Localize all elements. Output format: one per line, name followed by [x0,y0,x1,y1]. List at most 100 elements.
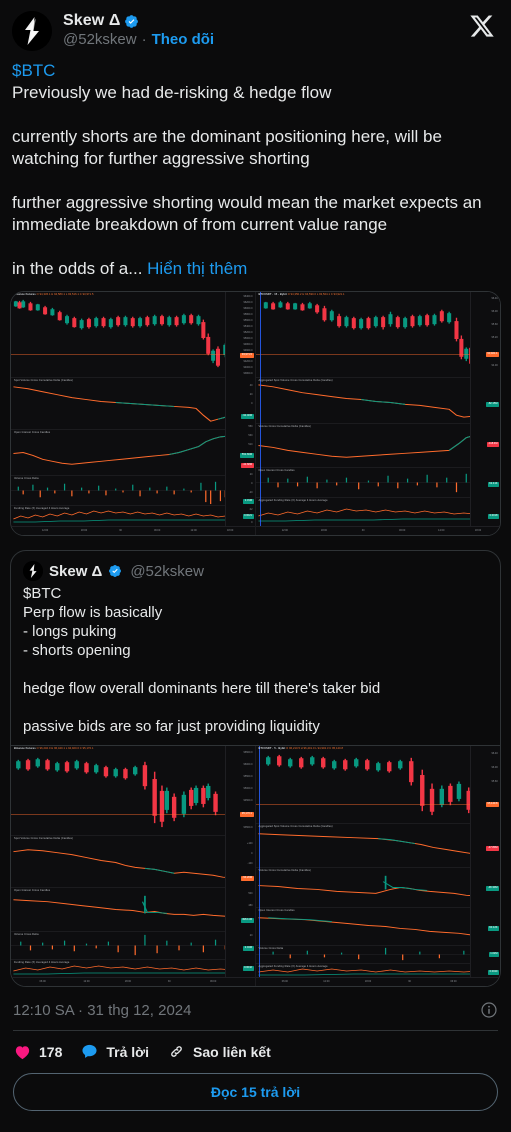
reply-label: Trả lời [106,1043,149,1060]
pane-label: Volume Cross Delta [14,933,39,936]
price-tag-funding: 0.0018 [488,514,499,519]
reply-button[interactable]: Trả lời [80,1042,149,1061]
quoted-avatar[interactable] [23,561,43,581]
price-tag-last: 93,921.1 [485,352,499,357]
tweet-body: $BTC Previously we had de-risking & hedg… [0,51,511,280]
pane-label: Aggregated Funding Rate (X) Average 4 Ho… [258,965,328,968]
volume-cvd-series [257,875,496,898]
pane-ohlc: O 94,336.1 H 94,580.1 L 93,516.1 C 93,97… [36,293,94,296]
quoted-tweet-card[interactable]: Skew Δ @52kskew $BTC Perp flow is basica… [10,550,501,987]
tweet-page: Skew Δ @52kskew · Theo dõi $BTC Previous… [0,0,511,1132]
pane-volume-cvd: Volume Cross Cumulative Delta (Candles) [255,424,500,468]
pane-spot-cvd: Spot Volume Cross Cumulative Delta (Cand… [11,378,255,430]
pane-title-open-interest: Open Interest Cross Candles [14,889,50,892]
price-tag-agg-cvd: -82.15M [486,402,499,407]
pane-title-volume-cvd: Volume Cross Cumulative Delta (Candles) [259,425,311,428]
copy-link-label: Sao liên kết [193,1043,271,1060]
price-tag-agg-cvd: -47.80M [486,846,499,851]
pane-title-spot-cvd: Spot Volume Cross Cumulative Delta (Cand… [14,379,73,382]
pane-title-volume-delta: Volume Cross Delta [14,933,39,936]
like-button[interactable]: 178 [13,1042,62,1061]
pane-open-interest: Open Interest Cross Candles [255,908,500,946]
pane-title-agg-spot-cvd: Aggregated Spot Volume Cross Cumulative … [259,825,333,828]
delta-histogram [255,947,500,961]
price-tag-delta: 1.02M [488,952,499,957]
x-logo[interactable] [469,13,495,39]
author-handle[interactable]: @52kskew [63,31,137,48]
chart-image-quoted: Binance Futures O 96,240.0 H 96,440.1 L … [11,746,500,986]
read-replies-button[interactable]: Đọc 15 trả lời [13,1073,498,1111]
action-bar: 178 Trả lời Sao liên kết [0,1031,511,1071]
pane-volume-delta: Volume Cross Delta [11,932,255,960]
author-names: Skew Δ @52kskew · Theo dõi [63,11,469,48]
price-tag-oi: 551.66M [240,453,254,458]
time-axis-quote-right[interactable]: 06:00 12:00 18:00 30 06:00 [255,977,500,986]
pane-agg-spot-cvd: Aggregated Spot Volume Cross Cumulative … [255,824,500,868]
info-circle-icon[interactable] [480,1001,498,1019]
pane-open-interest: Open Interest Cross Candles [255,468,500,498]
pane-symbol: Binance Futures [14,747,36,750]
pane-label: Spot Volume Cross Cumulative Delta (Cand… [14,379,74,382]
price-scale-quote-left[interactable]: 96500.0 96000.0 95500.0 95000.0 94500.0 … [224,746,255,986]
pane-title-funding: Funding Rate (X) Averaged 4 Hours Averag… [14,961,69,964]
price-scale-left[interactable]: 96400.0 96200.0 96000.0 95800.0 95600.0 … [224,292,255,535]
tweet-body-text: Previously we had de-risking & hedge flo… [12,83,482,278]
avatar[interactable] [12,11,52,51]
pane-title-price: Binance Futures O 96,240.0 H 96,440.1 L … [14,747,94,750]
follow-button[interactable]: Theo dõi [152,31,215,48]
show-more-link[interactable]: Hiển thị thêm [147,259,247,278]
pane-label: Volume Cross Cumulative Delta (Candles) [258,425,311,428]
price-tag-last: 95,170.1 [240,812,254,817]
copy-link-button[interactable]: Sao liên kết [167,1042,271,1061]
separator-dot: · [141,31,147,48]
time-axis-right[interactable]: 12:00 18:00 30 06:00 12:00 18:00 [255,526,500,535]
pane-title-funding: Aggregated Funding Rate (X) Average 4 Ho… [259,499,328,502]
pane-label: Volume Cross Delta [258,947,284,950]
pane-title-open-interest: Open Interest Cross Candles [259,469,295,472]
price-tag-volume-cvd: -118.4M [486,442,499,447]
chart-image-main: Binance Futures O 94,336.1 H 94,580.1 L … [11,292,500,535]
verified-badge-icon [124,14,139,29]
price-tag-last: 95,140.8 [485,802,499,807]
author-display-name[interactable]: Skew Δ [63,12,120,30]
heart-icon [13,1042,32,1061]
quoted-tweet-media[interactable]: Binance Futures O 96,240.0 H 96,440.1 L … [11,745,500,986]
pane-label: Volume Cross Delta [14,477,39,480]
time-axis-quote-left[interactable]: 06:00 12:00 18:00 30 06:00 [11,977,255,986]
pane-label: Open Interest Cross Candles [14,431,51,434]
agg-cvd-series [257,833,495,859]
price-scale-quote-right[interactable]: 96.4K 96.0K 95.6K 95,140.8 -47.80M -96.3… [470,746,500,986]
price-tag-funding: 0.0021 [242,514,254,519]
pane-label: Funding Rate (X) Averaged 4 Hours Averag… [14,961,70,964]
price-tag-oi-alt: -41.68M [240,463,254,468]
pane-symbol: BTCUSDT · 5 · Bybit [258,747,286,750]
time-axis-left[interactable]: 12:00 18:00 30 06:00 12:00 18:00 [11,526,255,535]
delta-histogram [11,934,255,956]
pane-label: Open Interest Cross Candles [14,889,51,892]
tweet-header: Skew Δ @52kskew · Theo dõi [0,0,511,51]
post-timestamp: 12:10 SA · 31 thg 12, 2024 [13,1001,192,1019]
candlestick-series [13,299,242,368]
like-count: 178 [39,1043,63,1060]
pane-spot-cvd: Spot Volume Cross Cumulative Delta (Cand… [11,836,255,888]
price-scale-right[interactable]: 96.4K 96.0K 95.6K 95.2K 93,921.1 94.0K -… [470,292,500,535]
price-tag-delta: 1.31M [243,499,254,504]
chart-panel-binance-futures-quoted: Binance Futures O 96,240.0 H 96,440.1 L … [11,746,256,986]
pane-ohlc: O 94,350.2 H 94,590.0 L 93,504.1 C 93,92… [287,293,345,296]
pane-funding-rate: Aggregated Funding Rate (X) Average 4 Ho… [256,964,501,977]
pane-ohlc: O 96,210.5 H 96,401.0 L 94,902.3 C 95,14… [286,747,343,750]
tweet-media-chart[interactable]: Binance Futures O 94,336.1 H 94,580.1 L … [10,291,501,536]
cashtag-link[interactable]: $BTC [12,61,55,80]
agg-cvd-series [257,384,496,418]
pane-funding-rate: Funding Rate (X) Averaged 4 Hours Averag… [11,506,255,526]
candlestick-series [265,754,483,818]
pane-ohlc: O 96,240.0 H 96,440.1 L 94,920.0 C 95,17… [36,747,94,750]
pane-label: Volume Cross Cumulative Delta (Candles) [258,869,311,872]
pane-title-volume-delta: Volume Cross Delta [14,477,39,480]
pane-volume-delta: Volume Cross Delta [11,476,255,506]
pane-volume-cvd: Volume Cross Cumulative Delta (Candles) [255,868,500,908]
pane-label: Open Interest Cross Candles [258,469,295,472]
pane-price: BTCUSDT · 15 · Bybit O 94,350.2 H 94,590… [255,292,500,378]
pane-title-agg-spot-cvd: Aggregated Spot Volume Cross Cumulative … [259,379,333,382]
pane-label: Spot Volume Cross Cumulative Delta (Cand… [14,837,74,840]
